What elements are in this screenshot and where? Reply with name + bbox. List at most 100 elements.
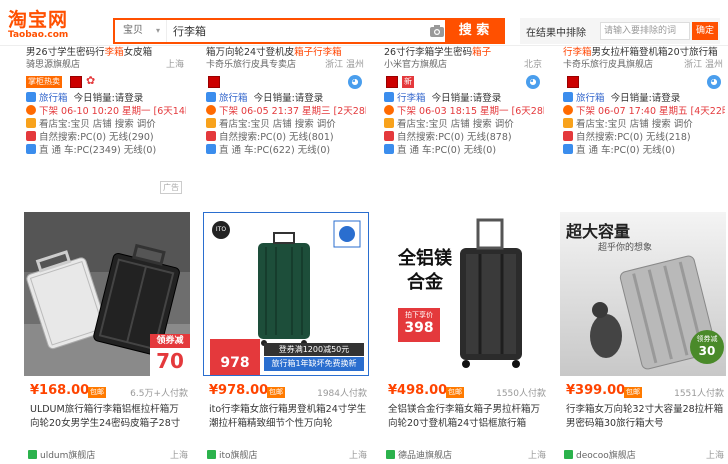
shop-location: 上海 xyxy=(348,451,367,461)
product-image[interactable]: 领券减 70 xyxy=(24,212,190,376)
sold-count: 1984人付款 xyxy=(317,389,367,399)
product-card[interactable]: 领券减 70 ¥168.00 包邮 6.5万+人付款 ULDUM旅行箱行李箱铝框… xyxy=(24,212,192,464)
shop-name[interactable]: deocoo旗舰店 xyxy=(576,451,636,461)
shop-tools[interactable]: 看店宝:宝贝 店铺 搜索 调价 xyxy=(384,118,544,131)
shop-icon xyxy=(564,450,573,459)
shop-name[interactable]: 德品迪旗舰店 xyxy=(398,451,452,461)
product-image[interactable]: ITO 登券满1200减50元 旅行箱1年缺坏免费换新 978 xyxy=(203,212,369,376)
product-title[interactable]: 全铝镁合金行李箱女箱子男拉杆箱万向轮20寸登机箱24寸铝框旅行箱 xyxy=(388,403,546,431)
product-title[interactable]: ito行李箱女旅行箱男登机箱24寸学生潮拉杆箱精致细节个性万向轮 xyxy=(209,403,367,431)
natural-search-icon xyxy=(384,131,394,141)
car-icon xyxy=(384,144,394,154)
shop-name[interactable]: 卡奇乐旅行皮具旗舰店 xyxy=(563,60,653,70)
tmall-icon xyxy=(208,76,220,88)
search-input[interactable] xyxy=(173,20,428,42)
category-icon xyxy=(384,92,394,102)
offline-time: 下架 06-07 17:40 星期五 [4天22时15分] xyxy=(563,105,725,118)
offline-time: 下架 06-10 10:20 星期一 [6天14时54分] xyxy=(26,105,186,118)
zhitong-stats: 直 通 车:PC(0) 无线(0) xyxy=(384,144,544,157)
product-card[interactable]: 全铝镁 合金 拍下享价 398 ¥498.00 包邮 1550人付款 全铝镁合金… xyxy=(382,212,550,464)
offline-time: 下架 06-05 21:37 星期三 [2天28时11分] xyxy=(206,105,366,118)
product-image[interactable]: 超大容量 超乎你的想象 领券减 30 xyxy=(560,212,726,376)
shop-location: 北京 xyxy=(523,60,542,70)
free-shipping-badge: 包邮 xyxy=(88,387,106,398)
shop-location: 上海 xyxy=(527,451,546,461)
shop-tool-icon xyxy=(384,118,394,128)
shop-name[interactable]: uldum旗舰店 xyxy=(40,451,95,461)
price-tag-label: 拍下享价 xyxy=(405,311,433,319)
tmall-icon xyxy=(567,76,579,88)
list-item[interactable]: 26寸行李箱学生密码箱子 小米官方旗舰店 北京 新 ◕ 行李箱 今日销量:请登录 … xyxy=(384,46,544,196)
search-scope-select[interactable]: 宝贝 ▾ xyxy=(115,20,167,42)
free-shipping-badge: 包邮 xyxy=(624,387,642,398)
product-card[interactable]: ITO 登券满1200减50元 旅行箱1年缺坏免费换新 978 ¥978.00 … xyxy=(203,212,371,464)
flower-icon: ✿ xyxy=(86,74,96,87)
exclude-confirm-button[interactable]: 确定 xyxy=(692,22,718,40)
taobao-logo[interactable]: 淘宝网 Taobao.com xyxy=(8,10,98,40)
natural-search-icon xyxy=(206,131,216,141)
natural-search: 自然搜索:PC(0) 无线(878) xyxy=(384,131,544,144)
shop-name[interactable]: ito旗舰店 xyxy=(219,451,258,461)
shop-tool-icon xyxy=(206,118,216,128)
product-price: ¥399.00 xyxy=(566,383,626,398)
shop-row: ito旗舰店 上海 xyxy=(207,448,369,462)
luggage-photo xyxy=(382,212,548,376)
shop-tools[interactable]: 看店宝:宝贝 店铺 搜索 调价 xyxy=(26,118,186,131)
headline-2: 超乎你的想象 xyxy=(598,243,653,253)
zhitong-stats: 直 通 车:PC(0) 无线(0) xyxy=(563,144,725,157)
wangwang-icon[interactable]: ◕ xyxy=(348,75,362,89)
search-button[interactable]: 搜 索 xyxy=(445,20,503,42)
shop-name[interactable]: 小米官方旗舰店 xyxy=(384,60,447,70)
shop-tools[interactable]: 看店宝:宝贝 店铺 搜索 调价 xyxy=(563,118,725,131)
exclude-filter: 在结果中排除 请输入要排除的词 确定 xyxy=(520,18,720,44)
logo-text: 淘宝网 xyxy=(8,9,69,31)
sold-count: 1551人付款 xyxy=(674,389,724,399)
natural-search: 自然搜索:PC(0) 无线(290) xyxy=(26,131,186,144)
product-title[interactable]: 箱万向轮24寸登机皮箱子行李箱 xyxy=(206,46,366,59)
shop-icon xyxy=(207,450,216,459)
list-item[interactable]: 男26寸学生密码行李箱女皮箱 骑思源旗舰店 上海 掌柜热卖 ✿ 旅行箱 今日销量:… xyxy=(26,46,186,196)
image-price: 398 xyxy=(404,320,434,336)
product-image[interactable]: 全铝镁 合金 拍下享价 398 xyxy=(382,212,548,376)
zhitong-stats: 直 通 车:PC(2349) 无线(0) xyxy=(26,144,186,157)
price-row: ¥978.00 包邮 1984人付款 xyxy=(203,383,369,399)
shop-icon xyxy=(386,450,395,459)
badge-row: 掌柜热卖 ✿ xyxy=(26,72,186,92)
zhitong-stats: 直 通 车:PC(622) 无线(0) xyxy=(206,144,366,157)
list-item[interactable]: 行李箱男女拉杆箱登机箱20寸旅行箱 卡奇乐旅行皮具旗舰店 浙江 温州 ◕ 旅行箱 … xyxy=(563,46,725,196)
product-title[interactable]: 行李箱男女拉杆箱登机箱20寸旅行箱 xyxy=(563,46,725,59)
natural-search-icon xyxy=(26,131,36,141)
badge-row: ◕ xyxy=(206,72,366,92)
headline-1: 全铝镁 xyxy=(398,248,452,269)
category-sales: 行李箱 今日销量:请登录 xyxy=(384,92,544,105)
shop-tool-icon xyxy=(563,118,573,128)
wangwang-icon[interactable]: ◕ xyxy=(526,75,540,89)
product-title[interactable]: 26寸行李箱学生密码箱子 xyxy=(384,46,544,59)
coupon-amount: 70 xyxy=(156,349,184,373)
shop-icon xyxy=(28,450,37,459)
chevron-down-icon: ▾ xyxy=(155,26,160,35)
price-row: ¥498.00 包邮 1550人付款 xyxy=(382,383,548,399)
badge-row: 新 ◕ xyxy=(384,72,544,92)
category-sales: 旅行箱 今日销量:请登录 xyxy=(26,92,186,105)
car-icon xyxy=(206,144,216,154)
car-icon xyxy=(563,144,573,154)
product-title[interactable]: 男26寸学生密码行李箱女皮箱 xyxy=(26,46,186,59)
wangwang-icon[interactable]: ◕ xyxy=(707,75,721,89)
shop-location: 浙江 温州 xyxy=(684,60,723,70)
list-item[interactable]: 箱万向轮24寸登机皮箱子行李箱 卡奇乐旅行皮具专卖店 浙江 温州 ◕ 旅行箱 今日… xyxy=(206,46,366,196)
shop-name[interactable]: 卡奇乐旅行皮具专卖店 xyxy=(206,60,296,70)
tmall-icon xyxy=(386,76,398,88)
promo-line-2: 旅行箱1年缺坏免费换新 xyxy=(264,357,364,371)
product-title[interactable]: 行李箱女万向轮32寸大容量28拉杆箱男密码箱30旅行箱大号 xyxy=(566,403,724,431)
shop-row: 卡奇乐旅行皮具专卖店 浙江 温州 xyxy=(206,59,366,72)
shop-name[interactable]: 骑思源旗舰店 xyxy=(26,60,80,70)
product-title[interactable]: ULDUM旅行箱行李箱铝框拉杆箱万向轮20女男学生24密码皮箱子28寸 xyxy=(30,403,188,431)
badge-row: ◕ xyxy=(563,72,725,92)
shop-location: 上海 xyxy=(705,451,724,461)
product-card[interactable]: 超大容量 超乎你的想象 领券减 30 ¥399.00 包邮 1551人付款 行李… xyxy=(560,212,728,464)
coupon-label: 领券减 xyxy=(696,335,718,343)
camera-icon[interactable] xyxy=(429,23,445,39)
shop-tools[interactable]: 看店宝:宝贝 店铺 搜索 调价 xyxy=(206,118,366,131)
exclude-input[interactable]: 请输入要排除的词 xyxy=(600,22,690,40)
